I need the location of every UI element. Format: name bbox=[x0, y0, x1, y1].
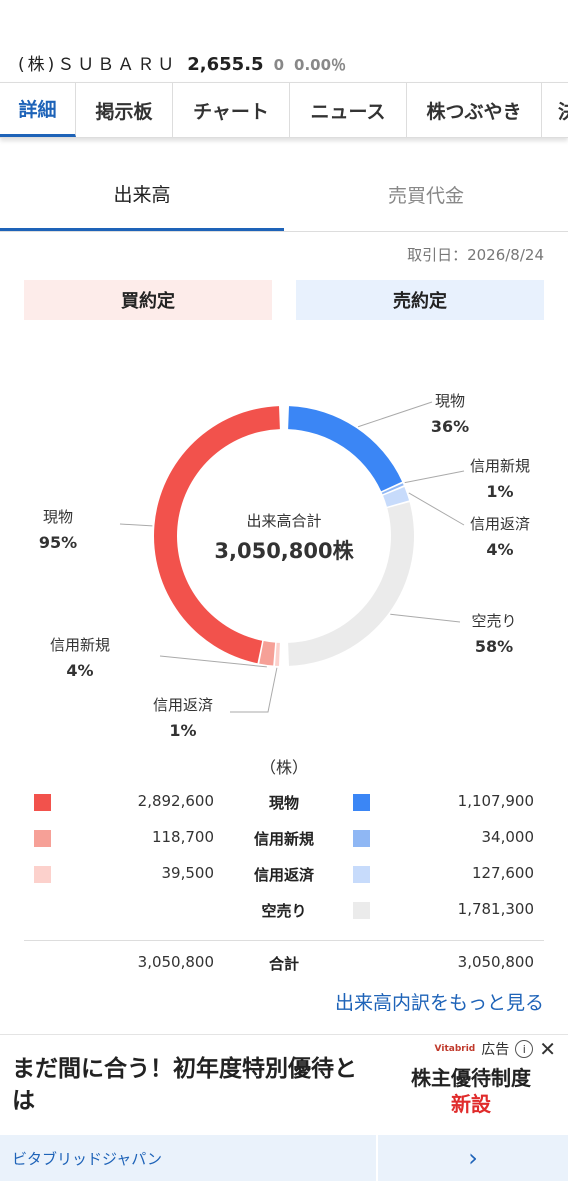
volume-breakdown-link[interactable]: 出来高内訳をもっと見る bbox=[335, 988, 544, 1015]
ad-side-line1: 株主優待制度 bbox=[411, 1066, 531, 1090]
tab-news[interactable]: ニュース bbox=[290, 83, 407, 137]
tab-settlement[interactable]: 決 bbox=[542, 83, 568, 137]
ad-banner[interactable]: まだ間に合う！初年度特別優待とは Vitabrid 広告 i ✕ 株主優待制度 … bbox=[0, 1034, 568, 1200]
sell-value: 1,781,300 bbox=[457, 900, 534, 918]
tab-tweets[interactable]: 株つぶやき bbox=[407, 83, 542, 137]
chevron-right-icon[interactable]: › bbox=[378, 1135, 568, 1181]
subtab-volume[interactable]: 出来高 bbox=[0, 158, 284, 231]
sell-leader-line bbox=[390, 613, 461, 623]
legend-row-short: 空売り 1,781,300 bbox=[24, 892, 544, 928]
sell-slice bbox=[288, 406, 403, 492]
ad-tag: Vitabrid 広告 i ✕ bbox=[435, 1037, 556, 1061]
ad-side-text[interactable]: 株主優待制度 新設 bbox=[390, 1065, 552, 1117]
sell-leader-line bbox=[357, 401, 433, 428]
buy-leader-line bbox=[119, 523, 153, 527]
buy-pct: 4% bbox=[66, 661, 93, 680]
sell-label: 空売り bbox=[471, 612, 516, 630]
tab-board[interactable]: 掲示板 bbox=[76, 83, 173, 137]
buy-total: 3,050,800 bbox=[137, 953, 214, 971]
total-volume-value: 3,050,800株 bbox=[214, 539, 354, 563]
sell-pct: 36% bbox=[431, 417, 469, 436]
buy-slice bbox=[259, 641, 276, 666]
ad-footer-bar[interactable]: ビタブリッドジャパン › bbox=[0, 1135, 568, 1181]
tab-chart[interactable]: チャート bbox=[173, 83, 290, 137]
sell-value: 1,107,900 bbox=[457, 792, 534, 810]
ad-advertiser[interactable]: ビタブリッドジャパン bbox=[0, 1135, 378, 1181]
legend-divider bbox=[24, 940, 544, 941]
tab-details[interactable]: 詳細 bbox=[0, 83, 76, 137]
sell-margin-repay-swatch bbox=[353, 866, 370, 883]
buy-label: 信用新規 bbox=[50, 636, 110, 654]
sell-pct: 58% bbox=[475, 637, 513, 656]
sell-label: 信用新規 bbox=[470, 457, 530, 475]
sell-leader-line bbox=[404, 470, 465, 484]
ad-brand-logo: Vitabrid bbox=[434, 1044, 476, 1054]
buy-executions-button[interactable]: 買約定 bbox=[24, 280, 272, 320]
buy-label: 信用返済 bbox=[153, 696, 213, 714]
sell-spot-swatch bbox=[353, 794, 370, 811]
sell-executions-button[interactable]: 売約定 bbox=[296, 280, 544, 320]
buy-margin-repay-swatch bbox=[34, 866, 51, 883]
volume-donut-chart: 出来高合計 3,050,800株 現物 36% 信用新規 1% 信用返済 4% 空売り 58% 現物… bbox=[39, 392, 530, 740]
ad-side-line2: 新設 bbox=[451, 1092, 491, 1116]
sell-total: 3,050,800 bbox=[457, 953, 534, 971]
trade-date: 取引日：2026/8/24 bbox=[407, 246, 544, 264]
buy-pct: 1% bbox=[169, 721, 196, 740]
ad-label: 広告 bbox=[481, 1042, 510, 1058]
stock-price: 2,655.5 bbox=[187, 54, 264, 75]
unit-label: （株） bbox=[259, 758, 308, 777]
buy-value: 39,500 bbox=[161, 864, 215, 882]
stock-name: (株)ＳＵＢＡＲＵ bbox=[18, 55, 178, 75]
buy-slice bbox=[154, 406, 280, 664]
buy-value: 2,892,600 bbox=[137, 792, 214, 810]
sell-pct: 1% bbox=[486, 482, 513, 501]
sell-label: 信用返済 bbox=[470, 515, 530, 533]
buy-leader-line bbox=[230, 667, 278, 713]
row-label: 信用返済 bbox=[253, 866, 314, 884]
row-label: 空売り bbox=[261, 902, 307, 920]
row-label: 現物 bbox=[268, 794, 299, 812]
close-icon[interactable]: ✕ bbox=[539, 1037, 556, 1061]
info-icon[interactable]: i bbox=[515, 1040, 534, 1058]
sell-value: 34,000 bbox=[481, 828, 535, 846]
row-label: 信用新規 bbox=[253, 830, 314, 848]
buy-slice bbox=[275, 642, 280, 666]
legend-row-spot: 2,892,600 現物 1,107,900 bbox=[24, 784, 544, 820]
sell-margin-new-swatch bbox=[353, 830, 370, 847]
sell-leader-line bbox=[408, 492, 465, 526]
legend-row-margin-new: 118,700 信用新規 34,000 bbox=[24, 820, 544, 856]
ticker-header: (株)ＳＵＢＡＲＵ 2,655.5 0 0.00％ bbox=[18, 50, 346, 75]
legend-row-margin-repay: 39,500 信用返済 127,600 bbox=[24, 856, 544, 892]
buy-value: 118,700 bbox=[151, 828, 214, 846]
buy-label: 現物 bbox=[43, 508, 73, 526]
buy-margin-new-swatch bbox=[34, 830, 51, 847]
sell-value: 127,600 bbox=[471, 864, 534, 882]
total-label: 合計 bbox=[268, 955, 299, 973]
sub-tab-bar: 出来高 売買代金 bbox=[0, 158, 568, 232]
buy-pct: 95% bbox=[39, 533, 77, 552]
short-swatch bbox=[353, 902, 370, 919]
main-tab-bar: 詳細 掲示板 チャート ニュース 株つぶやき 決 bbox=[0, 82, 568, 138]
sell-label: 現物 bbox=[435, 392, 465, 410]
buy-spot-swatch bbox=[34, 794, 51, 811]
volume-legend-table: 2,892,600 現物 1,107,900 118,700 信用新規 34,0… bbox=[24, 784, 544, 981]
sell-pct: 4% bbox=[486, 540, 513, 559]
price-change: 0 bbox=[273, 56, 285, 74]
ad-headline[interactable]: まだ間に合う！初年度特別優待とは bbox=[12, 1053, 372, 1117]
subtab-trading-value[interactable]: 売買代金 bbox=[284, 158, 568, 231]
price-change-pct: 0.00％ bbox=[294, 56, 347, 74]
legend-row-total: 3,050,800 合計 3,050,800 bbox=[24, 945, 544, 981]
total-volume-label: 出来高合計 bbox=[246, 512, 321, 530]
